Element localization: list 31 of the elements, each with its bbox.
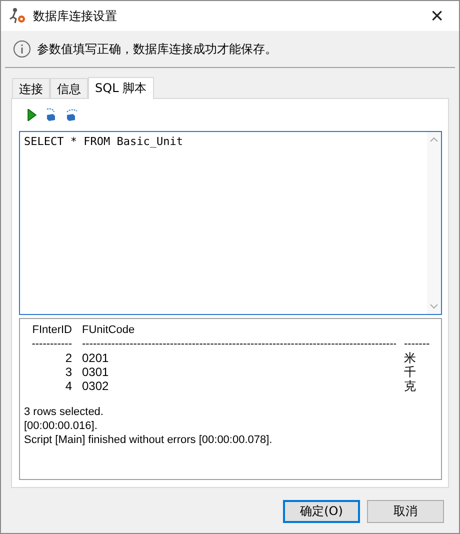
column-header: FInterID (31, 323, 72, 337)
result-message: Script [Main] finished without errors [00:00:00.078]. (24, 433, 274, 447)
dialog-button[interactable]: 取消 (367, 500, 444, 523)
app-icon (9, 7, 27, 25)
result-cell-text: 0301 (81, 365, 110, 379)
result-cell-text: 克 (404, 379, 417, 393)
info-icon (13, 40, 31, 58)
tab[interactable]: 连接 (12, 78, 50, 98)
result-cell-text: 3 (64, 365, 72, 379)
sql-text: SELECT * FROM Basic_Unit (23, 134, 184, 150)
tab[interactable]: 信息 (50, 78, 88, 98)
result-cell-text: 0302 (81, 379, 110, 393)
cube-button[interactable] (65, 108, 79, 122)
run-button[interactable] (27, 109, 37, 121)
column-header: FUnitCode (81, 323, 136, 337)
result-cell-text: 千 (404, 365, 417, 379)
close-button[interactable]: × (415, 1, 459, 31)
result-cell-text: 2 (64, 351, 72, 365)
result-message: 3 rows selected. (24, 405, 104, 419)
result-cell-text: 4 (64, 379, 72, 393)
column-rule: ------- (404, 337, 431, 351)
window-title: 数据库连接设置 (33, 8, 118, 24)
result-cell-text: 米 (404, 351, 417, 365)
tab[interactable]: SQL 脚本 (88, 77, 154, 99)
cube-button[interactable] (45, 108, 57, 122)
sql-editor[interactable]: SELECT * FROM Basic_Unit (19, 131, 442, 315)
dialog-button[interactable]: 确定(O) (283, 500, 360, 523)
result-cell-text: 0201 (81, 351, 110, 365)
column-rule: ----------- (30, 337, 72, 351)
result-message: [00:00:00.016]. (24, 419, 98, 433)
info-message: 参数值填写正确，数据库连接成功才能保存。 (37, 40, 277, 58)
